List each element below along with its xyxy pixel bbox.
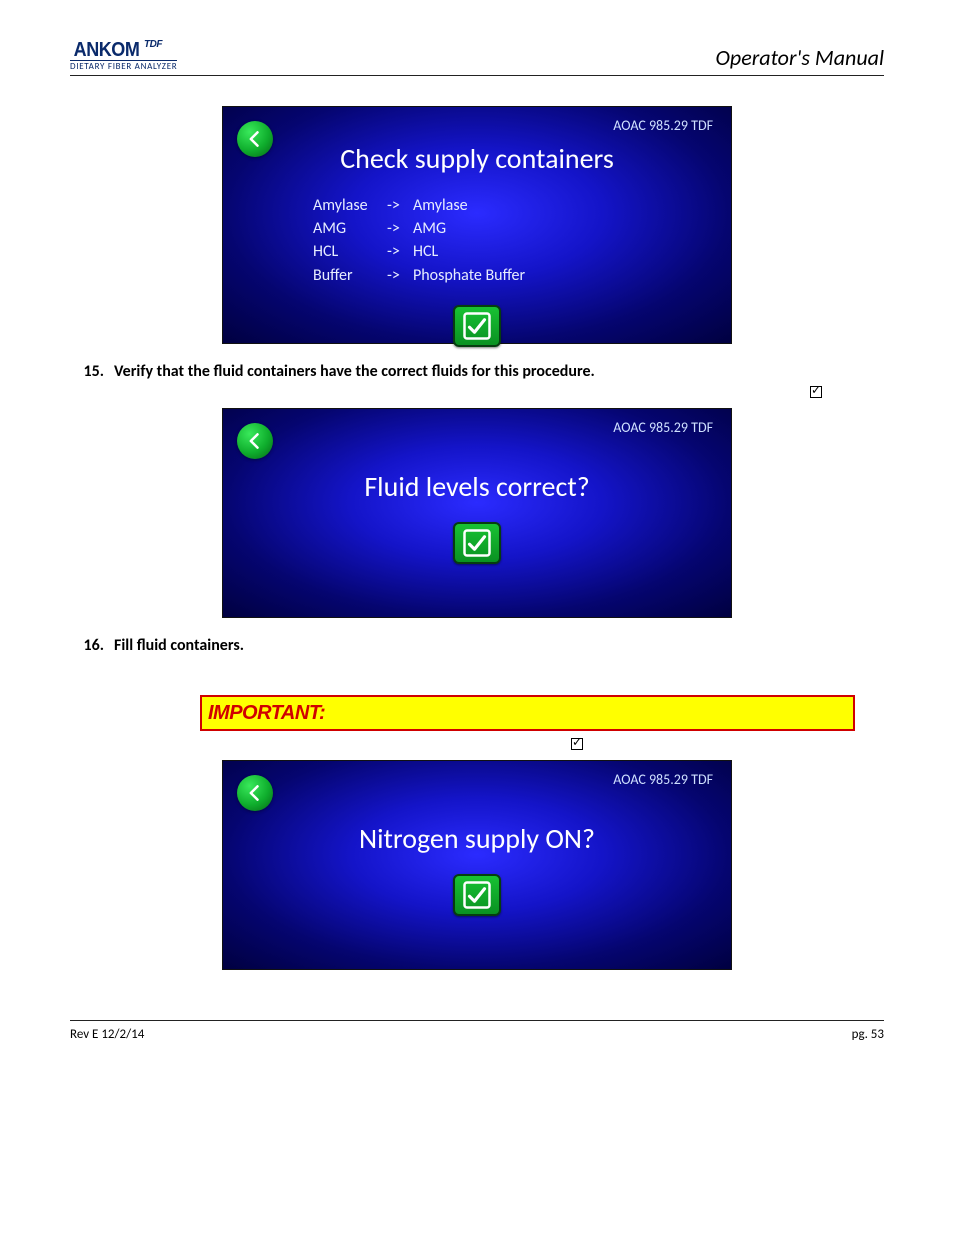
- screen-title: Fluid levels correct?: [223, 469, 731, 504]
- aoac-label: AOAC 985.29 TDF: [613, 771, 713, 788]
- list-item: AMG->AMG: [313, 217, 731, 240]
- list-item: Amylase->Amylase: [313, 194, 731, 217]
- brand-main: ANKOM: [74, 40, 140, 60]
- back-button[interactable]: [237, 423, 273, 459]
- confirm-button[interactable]: [453, 522, 501, 564]
- step-text: Verify that the fluid containers have th…: [114, 362, 595, 381]
- aoac-label: AOAC 985.29 TDF: [613, 419, 713, 436]
- back-button[interactable]: [237, 775, 273, 811]
- step-number: 16.: [80, 636, 104, 655]
- screen-title: Nitrogen supply ON?: [223, 821, 731, 856]
- supply-list: Amylase->Amylase AMG->AMG HCL->HCL Buffe…: [313, 194, 731, 287]
- brand-subtitle: DIETARY FIBER ANALYZER: [70, 60, 177, 71]
- important-banner: IMPORTANT:: [200, 695, 855, 731]
- confirm-button[interactable]: [453, 305, 501, 347]
- brand-superscript: TDF: [144, 40, 162, 50]
- checked-box-icon: [810, 386, 822, 398]
- list-item: HCL->HCL: [313, 240, 731, 263]
- arrow-left-icon: [245, 431, 265, 451]
- brand-logo: ANKOM TDF DIETARY FIBER ANALYZER: [70, 40, 177, 71]
- screen-title: Check supply containers: [223, 141, 731, 176]
- step-number: 15.: [80, 362, 104, 381]
- page-number: pg. 53: [852, 1027, 884, 1042]
- manual-title: Operator's Manual: [716, 44, 885, 71]
- revision-text: Rev E 12/2/14: [70, 1027, 144, 1042]
- page-footer: Rev E 12/2/14 pg. 53: [70, 1020, 884, 1042]
- aoac-label: AOAC 985.29 TDF: [613, 117, 713, 134]
- checkbox-marker: [70, 737, 884, 754]
- device-screen-nitrogen: AOAC 985.29 TDF Nitrogen supply ON?: [222, 760, 732, 970]
- confirm-button[interactable]: [453, 874, 501, 916]
- step-text: Fill fluid containers.: [114, 636, 244, 655]
- arrow-left-icon: [245, 783, 265, 803]
- checked-box-icon: [571, 738, 583, 750]
- checkmark-icon: [462, 880, 492, 910]
- back-button[interactable]: [237, 121, 273, 157]
- step-16: 16. Fill fluid containers.: [80, 636, 884, 655]
- arrow-left-icon: [245, 129, 265, 149]
- important-label: IMPORTANT:: [208, 702, 325, 725]
- checkbox-marker: [70, 385, 884, 402]
- device-screen-supply: AOAC 985.29 TDF Check supply containers …: [222, 106, 732, 344]
- checkmark-icon: [462, 311, 492, 341]
- list-item: Buffer->Phosphate Buffer: [313, 264, 731, 287]
- device-screen-fluid-levels: AOAC 985.29 TDF Fluid levels correct?: [222, 408, 732, 618]
- checkmark-icon: [462, 528, 492, 558]
- step-15: 15. Verify that the fluid containers hav…: [80, 362, 884, 381]
- page-header: ANKOM TDF DIETARY FIBER ANALYZER Operato…: [70, 40, 884, 76]
